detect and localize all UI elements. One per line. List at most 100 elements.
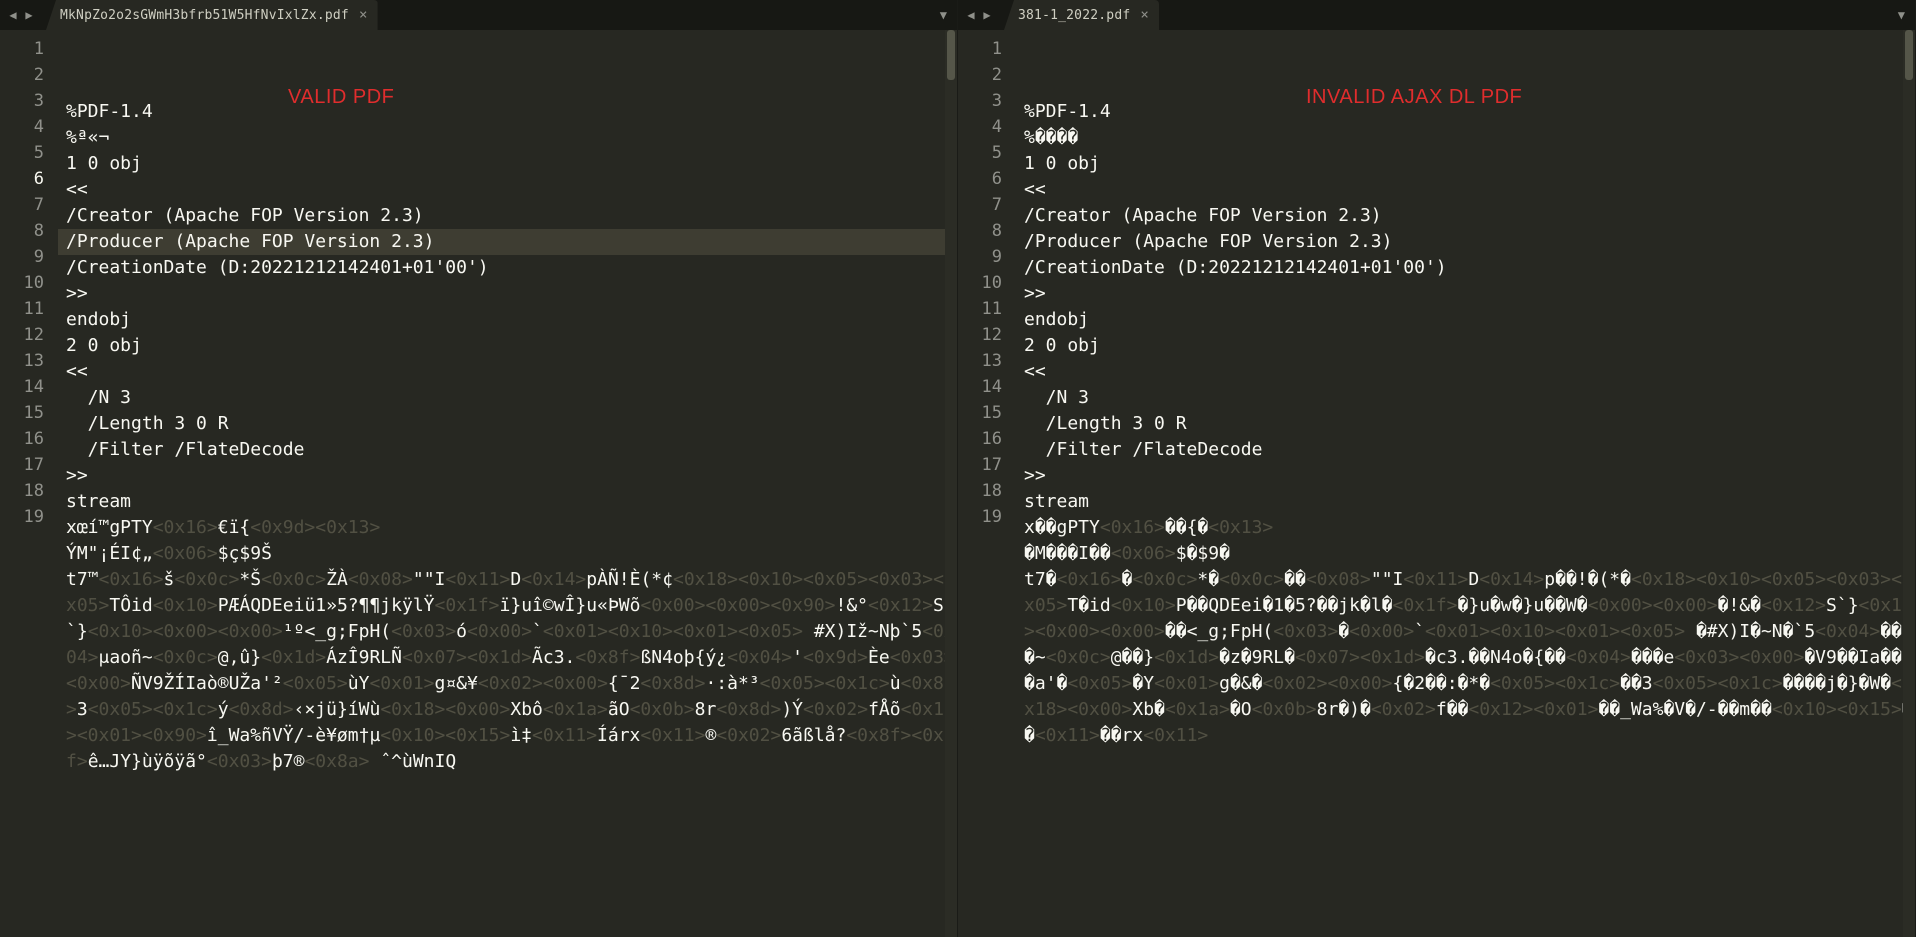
line-number: 15 — [958, 400, 1016, 426]
text-span: !&° — [836, 595, 869, 616]
line-number: 1 — [0, 36, 58, 62]
hex-byte: <0x10> — [1111, 595, 1176, 616]
code-line[interactable]: /N 3 — [58, 385, 957, 411]
line-number: 19 — [958, 504, 1016, 530]
text-span: ` — [1414, 621, 1425, 642]
scrollbar-thumb[interactable] — [1905, 30, 1913, 80]
text-span: @‚û} — [218, 647, 261, 668]
tab-dropdown-button[interactable]: ▼ — [1888, 8, 1915, 22]
code-line[interactable]: /N 3 — [1016, 385, 1915, 411]
code-line[interactable]: << — [1016, 359, 1915, 385]
hex-byte: <0x16> — [1100, 517, 1165, 538]
tab-prev-button[interactable]: ◀ — [6, 8, 20, 22]
code-line[interactable]: << — [1016, 177, 1915, 203]
text-span: ï}uî©wÎ}u«ÞWõ — [500, 595, 641, 616]
tab-close-button[interactable]: × — [1140, 7, 1149, 23]
code-right[interactable]: %PDF-1.4%����1 0 obj<</Creator (Apache F… — [1016, 30, 1915, 937]
code-line[interactable]: << — [58, 177, 957, 203]
code-line[interactable]: %PDF-1.4 — [58, 99, 957, 125]
code-line[interactable]: endobj — [58, 307, 957, 333]
text-span: ��_Wa%�V�/-��m�� — [1598, 699, 1771, 720]
code-line[interactable]: ÝM"¡ÉI¢„<0x06>$ç$9Š — [58, 541, 957, 567]
code-line[interactable]: /CreationDate (D:20221212142401+01'00') — [1016, 255, 1915, 281]
line-number: 6 — [0, 166, 58, 192]
code-line[interactable]: stream — [1016, 489, 1915, 515]
hex-byte: <0x00><0x00><0x90> — [640, 595, 835, 616]
code-line[interactable]: x��gPTY<0x16>��{�<0x13> — [1016, 515, 1915, 541]
text-span: S`} — [1826, 595, 1859, 616]
code-line[interactable]: >> — [1016, 463, 1915, 489]
code-line[interactable]: xœí™gPTY<0x16>€ï{<0x9d><0x13> — [58, 515, 957, 541]
code-line[interactable]: %ª«¬ — [58, 125, 957, 151]
code-line[interactable]: /Producer (Apache FOP Version 2.3) — [1016, 229, 1915, 255]
text-span: $ç$9Š — [218, 543, 272, 564]
code-line[interactable]: /Filter /FlateDecode — [1016, 437, 1915, 463]
code-line[interactable]: 1 0 obj — [1016, 151, 1915, 177]
code-line[interactable]: /CreationDate (D:20221212142401+01'00') — [58, 255, 957, 281]
line-number: 7 — [958, 192, 1016, 218]
code-line[interactable]: 2 0 obj — [1016, 333, 1915, 359]
editor-right[interactable]: 12345678910111213141516171819 %PDF-1.4%�… — [958, 30, 1915, 937]
tabbar-left: ◀ ▶ MkNpZo2o2sGWmH3bfrb51W5HfNvIxlZx.pdf… — [0, 0, 957, 30]
code-line-wrapped[interactable]: t7™<0x16>š<0x0c>*Š<0x0c>ŽÀ<0x08>""I<0x11… — [58, 567, 957, 775]
code-line[interactable]: %PDF-1.4 — [1016, 99, 1915, 125]
hex-byte: <0x0b> — [630, 699, 695, 720]
hex-byte: <0x14> — [1479, 569, 1544, 590]
code-line[interactable]: /Length 3 0 R — [58, 411, 957, 437]
code-line[interactable]: %���� — [1016, 125, 1915, 151]
hex-byte: <0x10><0x15> — [1772, 699, 1902, 720]
code-left[interactable]: %PDF-1.4%ª«¬1 0 obj<</Creator (Apache FO… — [58, 30, 957, 937]
hex-byte: <0x11> — [640, 725, 705, 746]
tab-dropdown-button[interactable]: ▼ — [930, 8, 957, 22]
hex-byte: <0x05><0x1c> — [1490, 673, 1620, 694]
hex-byte: <0x04> — [1566, 647, 1631, 668]
tab-left[interactable]: MkNpZo2o2sGWmH3bfrb51W5HfNvIxlZx.pdf × — [46, 0, 378, 30]
tab-next-button[interactable]: ▶ — [980, 8, 994, 22]
code-line[interactable]: /Creator (Apache FOP Version 2.3) — [58, 203, 957, 229]
scrollbar-vertical[interactable] — [945, 30, 957, 937]
text-span: ßN4oþ{ý¿ — [640, 647, 727, 668]
code-line[interactable]: endobj — [1016, 307, 1915, 333]
hex-byte: <0x02> — [716, 725, 781, 746]
text-span: ' — [792, 647, 803, 668]
hex-byte: <0x05><0x1c> — [760, 673, 890, 694]
text-span: μaoñ~ — [99, 647, 153, 668]
code-line[interactable]: /Length 3 0 R — [1016, 411, 1915, 437]
code-line[interactable]: 1 0 obj — [58, 151, 957, 177]
text-span: �M���I�� — [1024, 543, 1111, 564]
text-span: $�$9� — [1176, 543, 1230, 564]
code-line[interactable]: >> — [58, 281, 957, 307]
text-span: ��3 — [1620, 673, 1653, 694]
editor-left[interactable]: 12345678910111213141516171819 %PDF-1.4%ª… — [0, 30, 957, 937]
tab-next-button[interactable]: ▶ — [22, 8, 36, 22]
text-span: {¯2 — [608, 673, 641, 694]
right-pane: ◀ ▶ 381-1_2022.pdf × ▼ 12345678910111213… — [958, 0, 1916, 937]
tab-right[interactable]: 381-1_2022.pdf × — [1004, 0, 1159, 30]
code-line-wrapped[interactable]: t7�<0x16>�<0x0c>*�<0x0c>��<0x08>""I<0x11… — [1016, 567, 1915, 749]
line-number: 9 — [0, 244, 58, 270]
code-line[interactable]: >> — [1016, 281, 1915, 307]
text-span: � — [1122, 569, 1133, 590]
code-line[interactable]: 2 0 obj — [58, 333, 957, 359]
code-line[interactable]: /Producer (Apache FOP Version 2.3) — [58, 229, 957, 255]
tab-prev-button[interactable]: ◀ — [964, 8, 978, 22]
scrollbar-thumb[interactable] — [947, 30, 955, 80]
code-line[interactable]: << — [58, 359, 957, 385]
code-line[interactable]: stream — [58, 489, 957, 515]
line-number: 4 — [958, 114, 1016, 140]
code-line[interactable]: /Creator (Apache FOP Version 2.3) — [1016, 203, 1915, 229]
tabbar-right: ◀ ▶ 381-1_2022.pdf × ▼ — [958, 0, 1915, 30]
tab-close-button[interactable]: × — [359, 7, 368, 23]
hex-byte: <0x12> — [868, 595, 933, 616]
code-line[interactable]: >> — [58, 463, 957, 489]
hex-byte: <0x07><0x1d> — [402, 647, 532, 668]
scrollbar-vertical[interactable] — [1903, 30, 1915, 937]
code-line[interactable]: /Filter /FlateDecode — [58, 437, 957, 463]
hex-byte: <0x06> — [1111, 543, 1176, 564]
hex-byte: <0x12><0x01> — [1468, 699, 1598, 720]
text-span: D — [510, 569, 521, 590]
text-span: Xbô — [510, 699, 543, 720]
text-span: T�id — [1067, 595, 1110, 616]
code-line[interactable]: �M���I��<0x06>$�$9� — [1016, 541, 1915, 567]
line-number: 12 — [958, 322, 1016, 348]
